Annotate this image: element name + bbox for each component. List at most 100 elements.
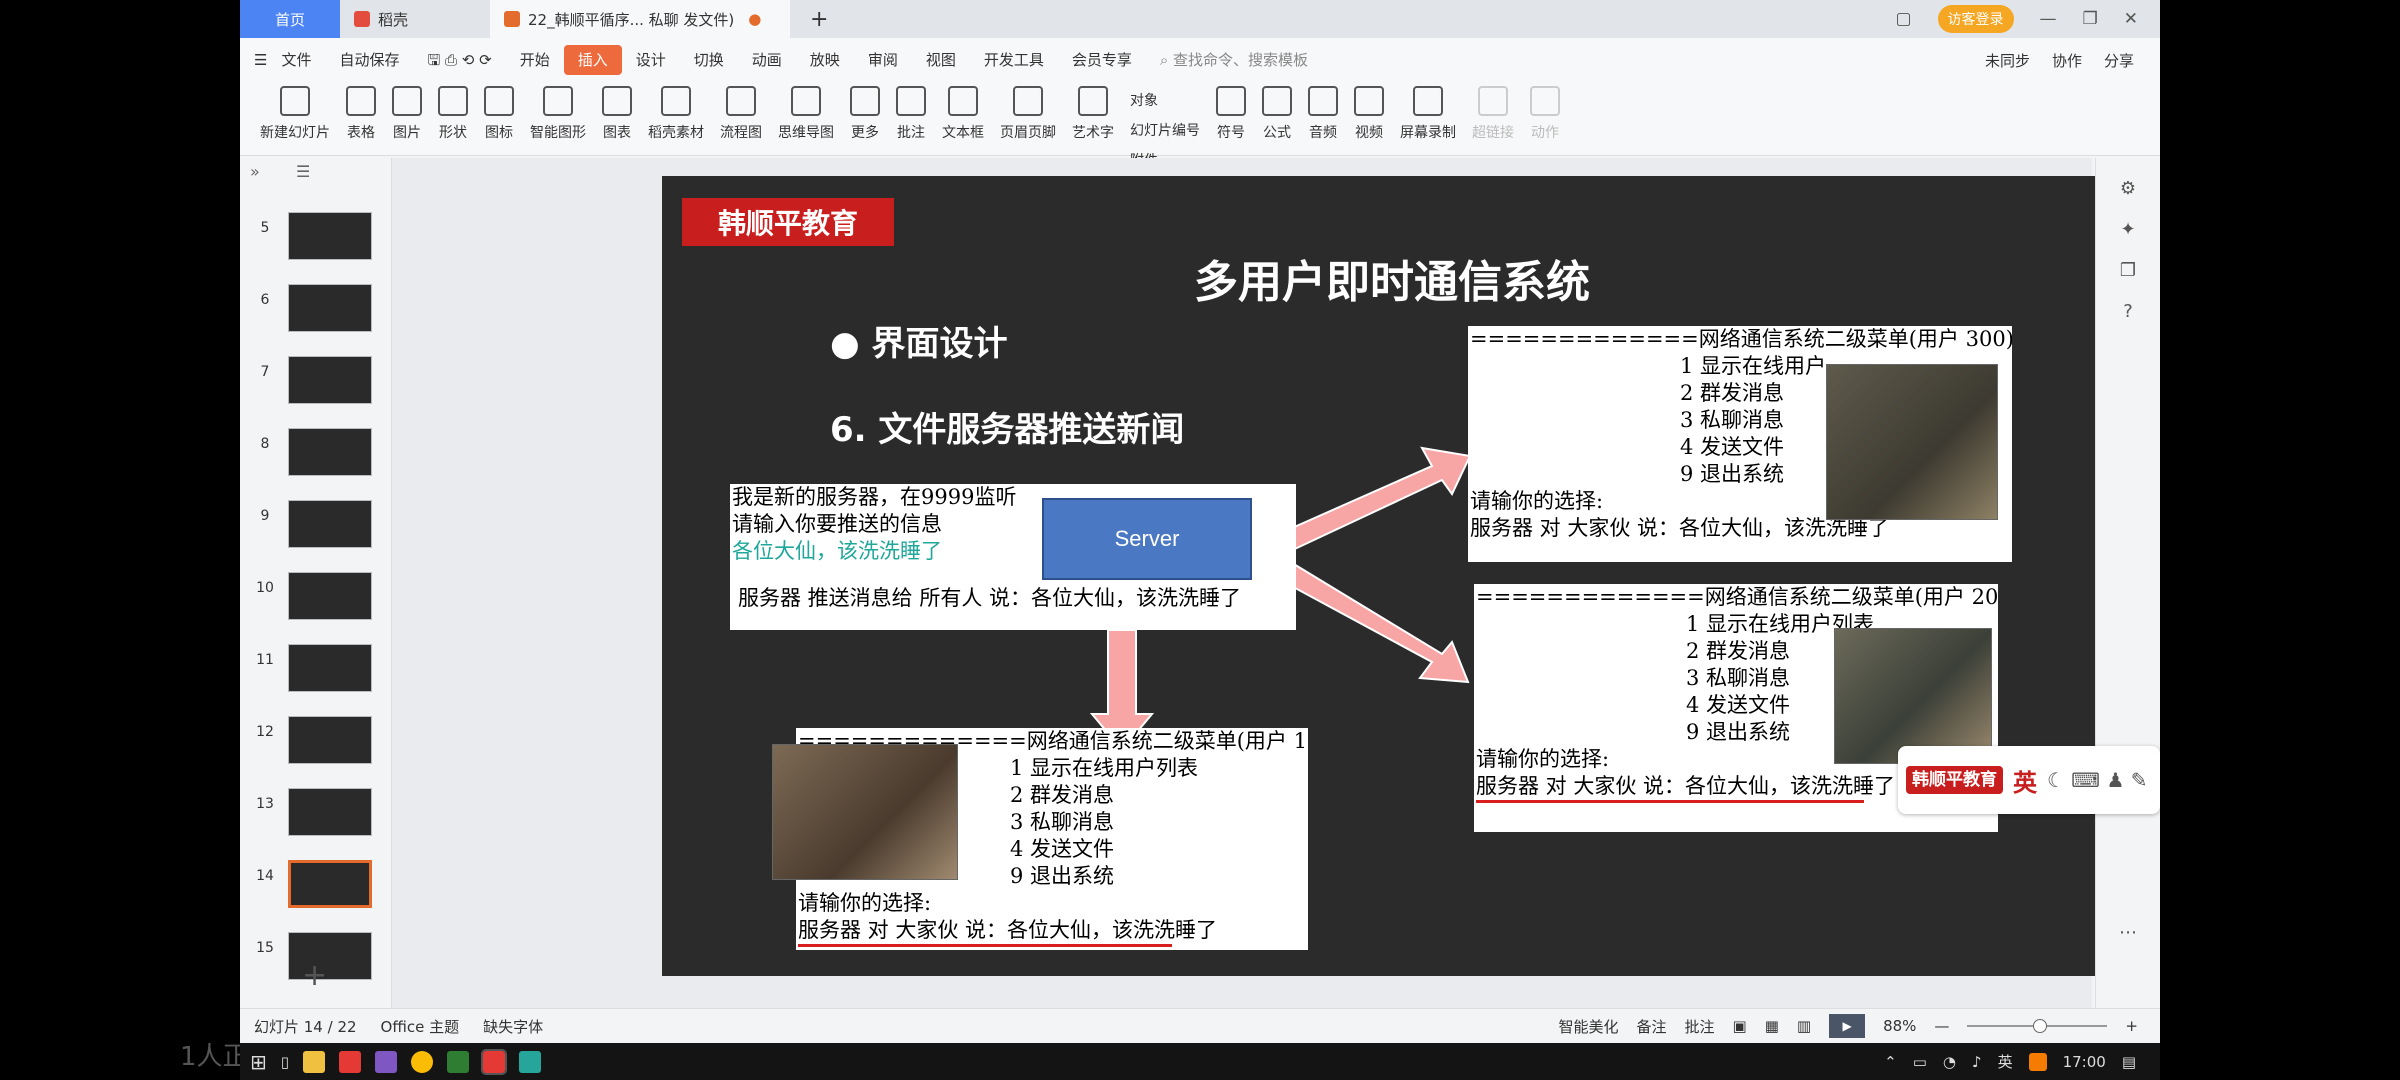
tray-chevron-icon[interactable]: ⌃ [1884,1053,1897,1071]
menu-devtools[interactable]: 开发工具 [970,45,1058,75]
close-button[interactable]: ✕ [2124,9,2138,29]
visitor-login-button[interactable]: 访客登录 [1937,5,2014,33]
menu-transition[interactable]: 切换 [680,45,738,75]
ribbon-页眉页脚-button[interactable]: 页眉页脚 [992,82,1064,142]
app2-icon[interactable] [519,1050,542,1073]
grid-view-icon[interactable]: ▦ [1765,1017,1779,1035]
ribbon-智能图形-button[interactable]: 智能图形 [522,82,594,142]
menu-member[interactable]: 会员专享 [1058,45,1146,75]
chrome-icon[interactable] [411,1050,434,1073]
menu-animation[interactable]: 动画 [738,45,796,75]
minimize-button[interactable]: — [2040,9,2057,29]
explorer-icon[interactable] [303,1050,326,1073]
notification-icon[interactable]: ▤ [2122,1053,2136,1071]
more-icon[interactable]: ⋯ [2096,922,2160,943]
ribbon-屏幕录制-button[interactable]: 屏幕录制 [1392,82,1464,142]
slide-thumbnail[interactable]: 5 [254,212,380,268]
autosave-toggle[interactable]: 自动保存 [325,45,413,75]
slide-thumbnail[interactable]: 6 [254,284,380,340]
app-icon[interactable] [447,1050,470,1073]
ribbon-流程图-button[interactable]: 流程图 [712,82,770,142]
ribbon-视频-button[interactable]: 视频 [1346,82,1392,142]
search-input[interactable]: ⌕ 查找命令、搜索模板 [1146,45,1322,75]
slide-thumbnail[interactable]: 11 [254,644,380,700]
slide-thumbnail[interactable]: 10 [254,572,380,628]
tab-document[interactable]: 22_韩顺平循序... 私聊 发文件) ● [490,0,790,38]
ribbon-表格-button[interactable]: 表格 [338,82,384,142]
sync-button[interactable]: 未同步 [1985,50,2030,71]
new-tab-button[interactable]: + [796,0,842,38]
collapse-pane-icon[interactable]: » [250,162,260,181]
ribbon-超链接-button[interactable]: 超链接 [1464,82,1522,142]
zoom-slider-thumb[interactable] [2033,1019,2048,1033]
play-button[interactable]: ▶ [1829,1014,1866,1038]
clock[interactable]: 17:00 [2063,1053,2106,1071]
copy-icon[interactable]: ❐ [2096,260,2160,281]
outline-view-icon[interactable]: ☰ [296,162,310,181]
menu-slideshow[interactable]: 放映 [796,45,854,75]
hamburger-icon[interactable]: ☰ [240,45,281,75]
idea-icon[interactable] [375,1050,398,1073]
ribbon-文本框-button[interactable]: 文本框 [934,82,992,142]
tab-home[interactable]: 首页 [240,0,340,38]
slide[interactable]: 韩顺平教育 多用户即时通信系统 ● 界面设计 6. 文件服务器推送新闻 我是新的… [662,176,2122,976]
wps-icon[interactable] [481,1048,508,1075]
ribbon-符号-button[interactable]: 符号 [1208,82,1254,142]
xmind-icon[interactable] [339,1050,362,1073]
ribbon-图表-button[interactable]: 图表 [594,82,640,142]
ime-tray-icon[interactable] [2028,1052,2047,1071]
ime-lang[interactable]: 英 [2013,763,2037,798]
zoom-level[interactable]: 88% [1883,1017,1916,1035]
beautify-button[interactable]: 智能美化 [1558,1016,1618,1037]
task-view-icon[interactable]: ▯ [281,1053,289,1071]
ribbon-图标-button[interactable]: 图标 [476,82,522,142]
ribbon-批注-button[interactable]: 批注 [888,82,934,142]
volume-icon[interactable]: ♪ [1972,1053,1982,1071]
zoom-slider[interactable] [1967,1019,2108,1033]
normal-view-icon[interactable]: ▣ [1733,1017,1747,1035]
menu-view[interactable]: 视图 [912,45,970,75]
ribbon-形状-button[interactable]: 形状 [430,82,476,142]
ribbon-图片-button[interactable]: 图片 [384,82,430,142]
toolbar-quick-icons[interactable]: 🖫 ⎙ ⟲ ⟳ [413,45,505,75]
adjust-icon[interactable]: ⚙ [2096,178,2160,199]
slide-thumbnail[interactable]: 8 [254,428,380,484]
battery-icon[interactable]: ▭ [1913,1053,1927,1071]
menu-review[interactable]: 审阅 [854,45,912,75]
zoom-out-button[interactable]: — [1934,1017,1949,1035]
tray-lang[interactable]: 英 [1998,1051,2013,1072]
missing-font-button[interactable]: 缺失字体 [483,1016,543,1037]
slide-thumbnail[interactable]: 14 [254,860,380,916]
ribbon-公式-button[interactable]: 公式 [1254,82,1300,142]
slide-thumbnail[interactable]: 13 [254,788,380,844]
menu-insert[interactable]: 插入 [563,45,622,75]
ribbon-稻壳素材-button[interactable]: 稻壳素材 [640,82,712,142]
ribbon-small-button[interactable]: 幻灯片编号 [1130,120,1200,140]
share-button[interactable]: 分享 [2104,50,2134,71]
pin-icon[interactable]: ✦ [2096,219,2160,240]
add-slide-button[interactable]: + [302,958,327,993]
ribbon-动作-button[interactable]: 动作 [1522,82,1568,142]
tab-docer[interactable]: 稻壳 [340,0,490,38]
ribbon-small-button[interactable]: 对象 [1130,90,1200,110]
notes-button[interactable]: 备注 [1636,1016,1666,1037]
collab-button[interactable]: 协作 [2052,50,2082,71]
user-badge-icon[interactable]: ▢ [1895,9,1911,29]
reading-view-icon[interactable]: ▥ [1797,1017,1811,1035]
slide-thumbnail[interactable]: 9 [254,500,380,556]
restore-button[interactable]: ❐ [2083,9,2098,29]
ribbon-思维导图-button[interactable]: 思维导图 [770,82,842,142]
windows-start-icon[interactable]: ⊞ [250,1050,267,1074]
ribbon-音频-button[interactable]: 音频 [1300,82,1346,142]
ime-tools-icon[interactable]: ☾ ⌨ ♟ ✎ [2047,768,2148,792]
ribbon-更多-button[interactable]: 更多 [842,82,888,142]
slide-thumbnail[interactable]: 7 [254,356,380,412]
slide-thumbnail[interactable]: 12 [254,716,380,772]
ribbon-艺术字-button[interactable]: 艺术字 [1064,82,1122,142]
zoom-in-button[interactable]: + [2125,1017,2138,1035]
comment-button[interactable]: 批注 [1685,1016,1715,1037]
file-menu[interactable]: 文件 [281,45,325,75]
menu-design[interactable]: 设计 [622,45,680,75]
ribbon-新建幻灯片-button[interactable]: 新建幻灯片 [252,82,338,142]
network-icon[interactable]: ◔ [1943,1053,1956,1071]
